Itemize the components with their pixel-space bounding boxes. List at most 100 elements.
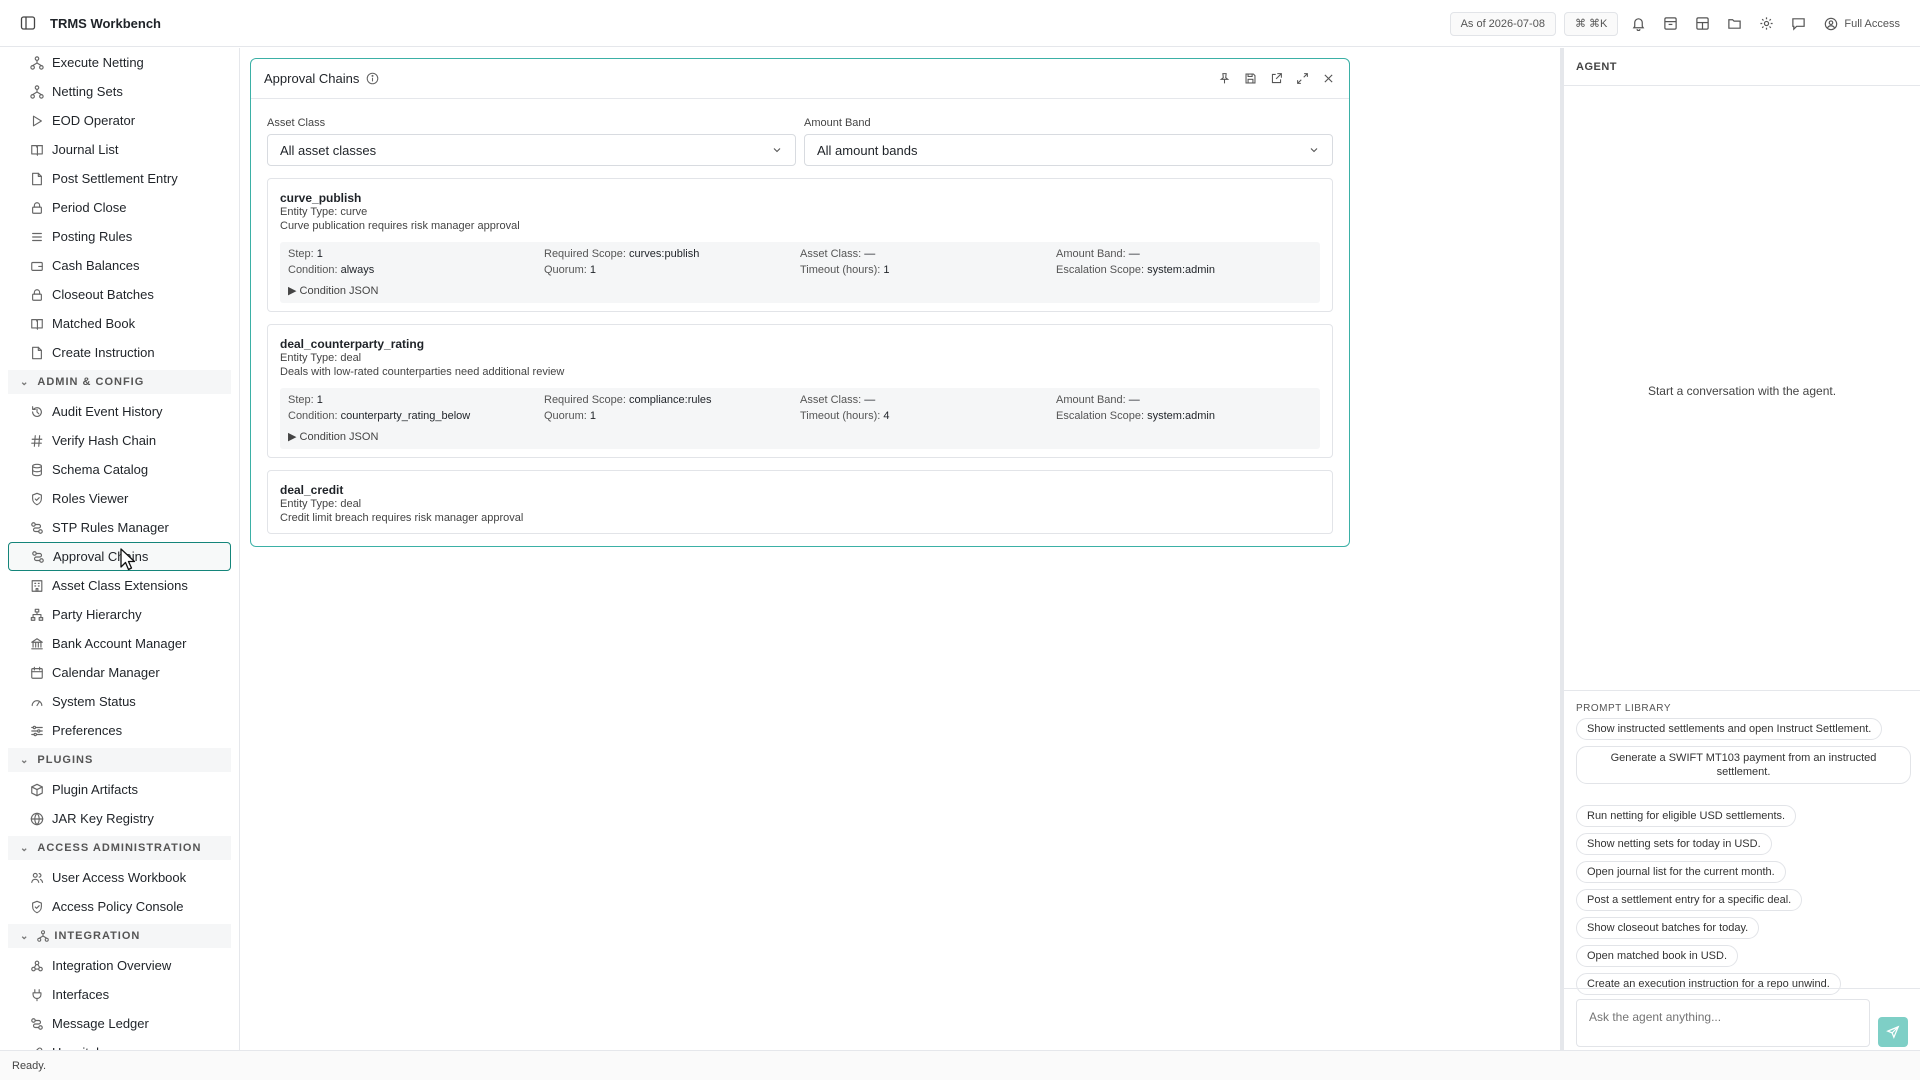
sidebar-item-stp-rules-manager[interactable]: STP Rules Manager [8, 513, 231, 542]
layout-icon[interactable] [1690, 12, 1714, 36]
folder-icon[interactable] [1722, 12, 1746, 36]
section-access-administration[interactable]: ⌄ ACCESS ADMINISTRATION [8, 836, 231, 860]
chain-entity-type: Entity Type: deal [280, 498, 362, 510]
required-scope-field: Required Scope: curves:publish [544, 248, 700, 260]
sidebar-item-party-hierarchy[interactable]: Party Hierarchy [8, 600, 231, 629]
sidebar-item-matched-book[interactable]: Matched Book [8, 309, 231, 338]
sidebar-toggle-icon[interactable] [18, 13, 38, 33]
bank-icon [30, 637, 44, 651]
section-admin-config[interactable]: ⌄ ADMIN & CONFIG [8, 370, 231, 394]
sidebar-item-label: Schema Catalog [52, 462, 149, 477]
chevron-down-icon: ⌄ [20, 930, 30, 942]
condition-json-toggle[interactable]: ▶ Condition JSON [288, 430, 1312, 443]
access-indicator[interactable]: Full Access [1824, 17, 1900, 31]
sidebar-item-roles-viewer[interactable]: Roles Viewer [8, 484, 231, 513]
sidebar-item-plugin-artifacts[interactable]: Plugin Artifacts [8, 775, 231, 804]
prompt-chip[interactable]: Show instructed settlements and open Ins… [1576, 718, 1883, 740]
prompt-chip[interactable]: Show netting sets for today in USD. [1576, 833, 1772, 855]
escalation-field: Escalation Scope: system:admin [1056, 264, 1215, 276]
status-text: Ready. [12, 1059, 47, 1072]
section-integration[interactable]: ⌄ INTEGRATION [8, 924, 231, 948]
sidebar-item-user-access-workbook[interactable]: User Access Workbook [8, 863, 231, 892]
sidebar-item-eod-operator[interactable]: EOD Operator [8, 106, 231, 135]
section-label: INTEGRATION [54, 930, 141, 942]
chain-card: curve_publish Entity Type: curve Curve p… [267, 178, 1333, 312]
section-plugins[interactable]: ⌄ PLUGINS [8, 748, 231, 772]
sidebar-item-label: Post Settlement Entry [52, 171, 178, 186]
save-icon[interactable] [1241, 69, 1259, 87]
sidebar-item-label: Netting Sets [52, 84, 123, 99]
prompt-chip[interactable]: Generate a SWIFT MT103 payment from an i… [1576, 746, 1911, 784]
hash-icon [30, 434, 44, 448]
command-palette-button[interactable]: ⌘ ⌘K [1563, 11, 1619, 36]
lock-icon [30, 288, 44, 302]
sidebar-item-asset-class-extensions[interactable]: Asset Class Extensions [8, 571, 231, 600]
sidebar-item-label: Roles Viewer [52, 491, 129, 506]
sidebar-item-interfaces[interactable]: Interfaces [8, 980, 231, 1009]
sidebar-item-label: Verify Hash Chain [52, 433, 157, 448]
asset-class-select[interactable]: All asset classes [267, 134, 796, 166]
sidebar-item-hospital[interactable]: Hospital [8, 1038, 231, 1050]
chain-description: Credit limit breach requires risk manage… [280, 512, 524, 524]
agent-empty-state: Start a conversation with the agent. [1647, 384, 1837, 398]
sidebar-item-jar-key-registry[interactable]: JAR Key Registry [8, 804, 231, 833]
chat-icon[interactable] [1786, 12, 1810, 36]
prompt-chip[interactable]: Post a settlement entry for a specific d… [1576, 889, 1803, 911]
asset-class-label: Asset Class [267, 117, 326, 129]
amount-band-select[interactable]: All amount bands [804, 134, 1333, 166]
sidebar-item-closeout-batches[interactable]: Closeout Batches [8, 280, 231, 309]
sidebar-item-bank-account-manager[interactable]: Bank Account Manager [8, 629, 231, 658]
close-icon[interactable] [1319, 69, 1337, 87]
sidebar-item-access-policy-console[interactable]: Access Policy Console [8, 892, 231, 921]
as-of-date-chip[interactable]: As of 2026-07-08 [1449, 11, 1556, 36]
sidebar-item-audit-event-history[interactable]: Audit Event History [8, 397, 231, 426]
sidebar-item-label: System Status [52, 694, 136, 709]
agent-input[interactable] [1576, 999, 1870, 1047]
condition-json-toggle[interactable]: ▶ Condition JSON [288, 284, 1312, 297]
prompt-chip[interactable]: Open matched book in USD. [1576, 945, 1739, 967]
sidebar-item-calendar-manager[interactable]: Calendar Manager [8, 658, 231, 687]
file-icon [30, 172, 44, 186]
lock-icon [30, 201, 44, 215]
section-label: PLUGINS [37, 754, 94, 766]
sidebar-item-message-ledger[interactable]: Message Ledger [8, 1009, 231, 1038]
sliders-icon [30, 724, 44, 738]
sidebar-item-journal-list[interactable]: Journal List [8, 135, 231, 164]
approval-chains-panel: Approval Chains Asset Class All asset cl… [250, 58, 1350, 547]
prompt-chip[interactable]: Open journal list for the current month. [1576, 861, 1786, 883]
sidebar-item-label: Message Ledger [52, 1016, 149, 1031]
sidebar-item-post-settlement-entry[interactable]: Post Settlement Entry [8, 164, 231, 193]
prompt-library-title: PROMPT LIBRARY [1576, 703, 1671, 714]
bell-icon[interactable] [1626, 12, 1650, 36]
required-scope-field: Required Scope: compliance:rules [544, 394, 712, 406]
prompt-chip[interactable]: Show closeout batches for today. [1576, 917, 1760, 939]
prompt-library: PROMPT LIBRARY Show instructed settlemen… [1564, 690, 1920, 1001]
sidebar-item-cash-balances[interactable]: Cash Balances [8, 251, 231, 280]
sidebar-item-execute-netting[interactable]: Execute Netting [8, 48, 231, 77]
info-icon[interactable] [366, 72, 379, 85]
sidebar-item-period-close[interactable]: Period Close [8, 193, 231, 222]
external-link-icon[interactable] [1267, 69, 1285, 87]
chain-step: Step: 1 Required Scope: compliance:rules… [280, 388, 1320, 449]
expand-icon[interactable] [1293, 69, 1311, 87]
package-icon [30, 783, 44, 797]
archive-icon[interactable] [1658, 12, 1682, 36]
step-field: Step: 1 [288, 394, 323, 406]
sidebar-item-netting-sets[interactable]: Netting Sets [8, 77, 231, 106]
gear-icon[interactable] [1754, 12, 1778, 36]
prompt-chip[interactable]: Run netting for eligible USD settlements… [1576, 805, 1797, 827]
webhook-icon [30, 959, 44, 973]
sidebar-item-schema-catalog[interactable]: Schema Catalog [8, 455, 231, 484]
sidebar-item-preferences[interactable]: Preferences [8, 716, 231, 745]
sidebar-item-integration-overview[interactable]: Integration Overview [8, 951, 231, 980]
sidebar-item-create-instruction[interactable]: Create Instruction [8, 338, 231, 367]
sidebar-item-verify-hash-chain[interactable]: Verify Hash Chain [8, 426, 231, 455]
send-button[interactable] [1878, 1017, 1908, 1047]
sidebar-item-system-status[interactable]: System Status [8, 687, 231, 716]
plug-icon [30, 988, 44, 1002]
send-icon [1886, 1025, 1900, 1039]
quorum-field: Quorum: 1 [544, 410, 596, 422]
pin-icon[interactable] [1215, 69, 1233, 87]
chain-entity-type: Entity Type: curve [280, 206, 368, 218]
sidebar-item-posting-rules[interactable]: Posting Rules [8, 222, 231, 251]
